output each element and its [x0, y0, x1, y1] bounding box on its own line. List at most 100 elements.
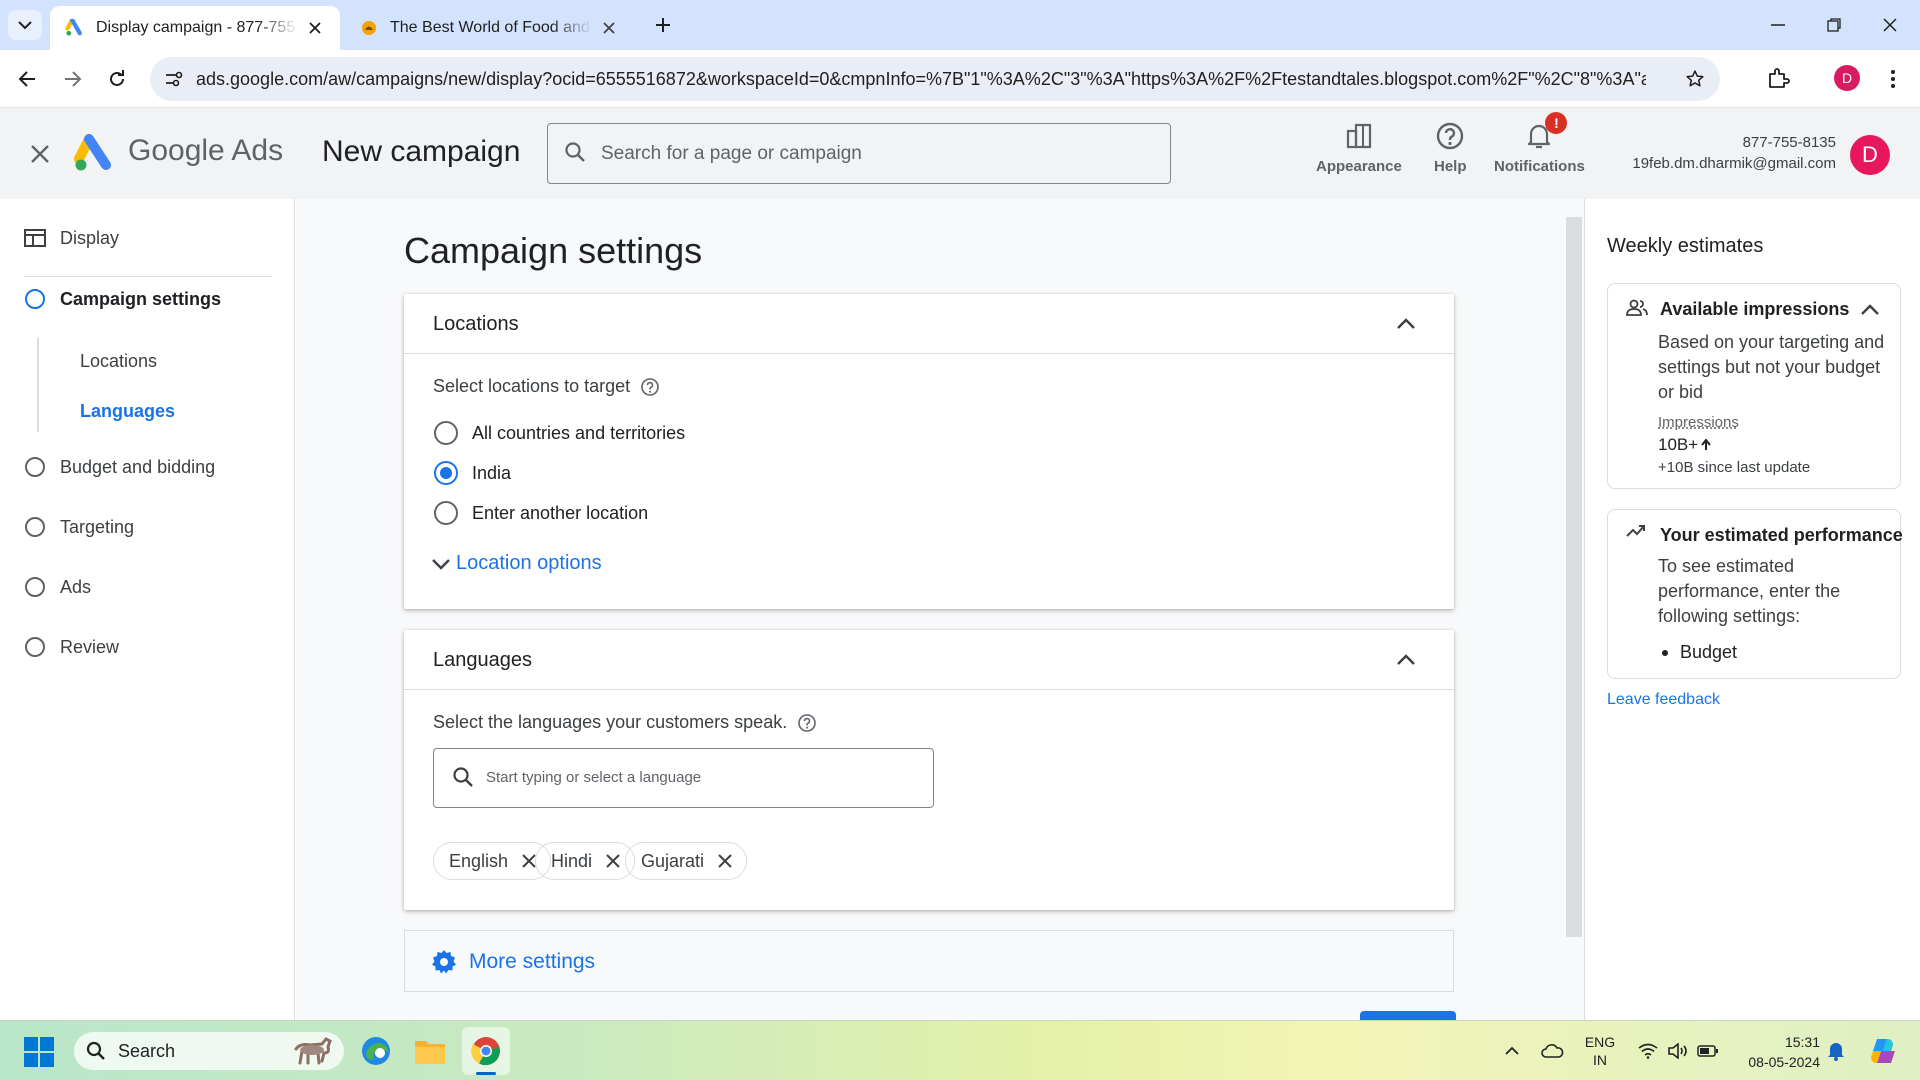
languages-card-header[interactable]: Languages [404, 630, 1454, 690]
search-highlight-horse-icon [288, 1035, 336, 1067]
impressions-header[interactable]: Available impressions [1626, 298, 1849, 320]
more-settings-button[interactable]: More settings [404, 930, 1454, 992]
impressions-since: +10B since last update [1658, 459, 1811, 476]
appearance-button[interactable]: Appearance [1316, 120, 1402, 190]
restore-icon [1827, 18, 1841, 32]
page-title: New campaign [322, 135, 521, 168]
gear-icon [431, 949, 457, 975]
clock-date: 08-05-2024 [1748, 1054, 1820, 1070]
back-button[interactable] [10, 62, 44, 96]
weekly-estimates-panel: Weekly estimates Available impressions B… [1584, 199, 1920, 1020]
tab-search-button[interactable] [8, 10, 42, 40]
new-tab-button[interactable] [648, 10, 678, 40]
file-explorer-icon[interactable] [412, 1033, 448, 1069]
account-avatar[interactable]: D [1850, 135, 1890, 175]
notification-badge: ! [1545, 112, 1568, 134]
radio-button[interactable] [434, 421, 458, 445]
performance-bullet: Budget [1658, 642, 1737, 663]
performance-header[interactable]: Your estimated performance [1626, 524, 1903, 546]
nav-step-budget-and-bidding[interactable]: Budget and bidding [0, 452, 294, 482]
search-placeholder: Search for a page or campaign [601, 143, 862, 164]
nav-step-ads[interactable]: Ads [0, 572, 294, 602]
help-circle-icon[interactable] [797, 713, 817, 733]
wifi-icon[interactable] [1634, 1039, 1662, 1063]
nav-step-review[interactable]: Review [0, 632, 294, 662]
card-title: Locations [433, 313, 519, 335]
volume-icon[interactable] [1664, 1039, 1692, 1063]
help-circle-icon[interactable] [640, 377, 660, 397]
browser-menu-kebab-icon[interactable] [1880, 64, 1906, 94]
nav-step-label: Targeting [60, 516, 135, 537]
chrome-icon[interactable] [462, 1027, 510, 1075]
ads-brand-name: Google Ads [128, 134, 284, 167]
radio-label: India [472, 462, 512, 483]
restore-button[interactable] [1806, 0, 1862, 50]
campaign-steps-nav: Display Campaign settings Locations Lang… [0, 199, 295, 1020]
remove-chip-close-icon[interactable] [602, 850, 624, 872]
extensions-puzzle-icon[interactable] [1766, 66, 1792, 92]
language-search-input[interactable]: Start typing or select a language [433, 748, 934, 808]
estimated-performance-card: Your estimated performance To see estima… [1607, 509, 1903, 679]
window-close-button[interactable] [1862, 0, 1918, 50]
copilot-icon[interactable] [1866, 1036, 1902, 1066]
performance-title: Your estimated performance [1660, 524, 1903, 545]
next-button[interactable] [1360, 1011, 1456, 1020]
main-scrollbar[interactable] [1566, 199, 1584, 1020]
forward-button[interactable] [56, 62, 90, 96]
tray-overflow-chevron-up-icon[interactable] [1498, 1039, 1526, 1063]
leave-feedback-link[interactable]: Leave feedback [1607, 691, 1720, 709]
notification-bell-icon[interactable] [1822, 1039, 1850, 1063]
location-option-other[interactable]: Enter another location [434, 498, 648, 528]
page-search-input[interactable]: Search for a page or campaign [547, 123, 1171, 184]
location-options-toggle[interactable]: Location options [430, 552, 602, 575]
impressions-value-row: 10B+ [1658, 435, 1712, 455]
tab-close-icon[interactable] [598, 17, 620, 39]
chevron-up-icon[interactable] [1394, 648, 1418, 672]
bullet-dot [1662, 649, 1668, 656]
radio-button[interactable] [434, 501, 458, 525]
scrollbar-thumb[interactable] [1566, 217, 1582, 937]
close-icon [1883, 18, 1897, 32]
location-option-india[interactable]: India [434, 458, 511, 488]
chip-label: English [449, 850, 509, 871]
tab-title: Display campaign - 877-755-8135 [96, 19, 298, 36]
radio-label: All countries and territories [472, 422, 686, 443]
nav-step-label: Budget and bidding [60, 456, 216, 477]
notifications-button[interactable]: ! Notifications [1494, 112, 1585, 190]
radio-button-selected[interactable] [434, 461, 458, 485]
chevron-up-icon[interactable] [1858, 298, 1882, 322]
exit-campaign-button[interactable] [24, 138, 56, 170]
nav-sub-languages[interactable]: Languages [80, 401, 175, 422]
nav-step-label: Review [60, 636, 120, 657]
browser-tab[interactable]: The Best World of Food and Beverage [344, 6, 634, 50]
nav-sub-locations[interactable]: Locations [80, 351, 157, 372]
account-email: 19feb.dm.dharmik@gmail.com [1632, 155, 1836, 172]
browser-tab-active[interactable]: Display campaign - 877-755-8135 [50, 6, 340, 50]
nav-step-targeting[interactable]: Targeting [0, 512, 294, 542]
taskbar-search-box[interactable]: Search [74, 1032, 344, 1070]
remove-chip-close-icon[interactable] [714, 850, 736, 872]
locations-card-header[interactable]: Locations [404, 294, 1454, 354]
browser-profile-avatar[interactable]: D [1834, 65, 1860, 91]
input-language-indicator[interactable]: ENG IN [1580, 1033, 1620, 1069]
close-icon [31, 145, 49, 163]
help-button[interactable]: Help [1434, 120, 1467, 190]
languages-prompt: Select the languages your customers spea… [433, 712, 817, 733]
tab-close-icon[interactable] [304, 17, 326, 39]
windows-start-icon[interactable] [24, 1037, 54, 1067]
battery-icon[interactable] [1694, 1039, 1722, 1063]
location-option-all[interactable]: All countries and territories [434, 418, 685, 448]
step-status-icon [24, 576, 46, 598]
address-bar[interactable]: ads.google.com/aw/campaigns/new/display?… [150, 57, 1720, 101]
nav-step-campaign-settings[interactable]: Campaign settings [0, 284, 294, 314]
site-info-icon[interactable] [162, 67, 186, 91]
minimize-button[interactable] [1750, 0, 1806, 50]
clock[interactable]: 15:31 08-05-2024 [1730, 1032, 1820, 1072]
edge-browser-icon[interactable] [358, 1033, 394, 1069]
onedrive-cloud-icon[interactable] [1538, 1039, 1566, 1063]
reload-button[interactable] [100, 62, 134, 96]
chevron-up-icon[interactable] [1394, 312, 1418, 336]
help-label: Help [1434, 158, 1467, 175]
bookmark-star-icon[interactable] [1682, 66, 1708, 92]
appearance-label: Appearance [1316, 158, 1402, 175]
